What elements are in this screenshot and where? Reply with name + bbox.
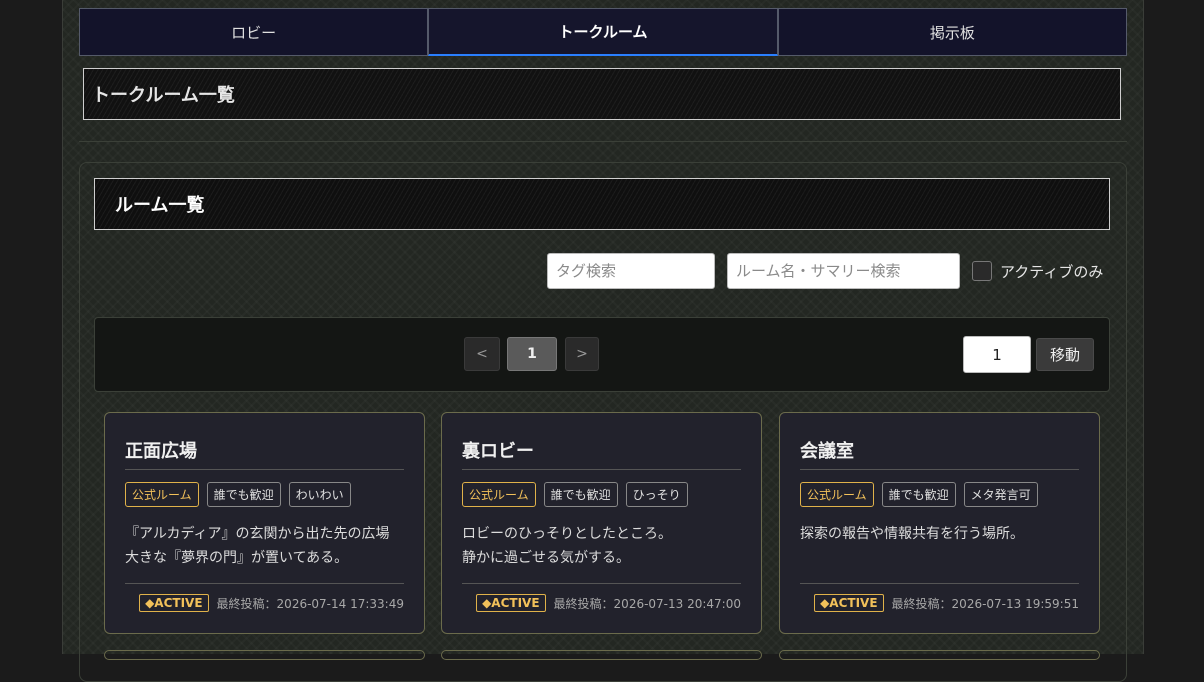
room-card[interactable]: 会議室 公式ルーム 誰でも歓迎 メタ発言可 探索の報告や情報共有を行う場所。 ◆…: [779, 412, 1100, 634]
room-tag[interactable]: メタ発言可: [963, 482, 1038, 507]
room-card[interactable]: 裏ロビー 公式ルーム 誰でも歓迎 ひっそり ロビーのひっそりとしたところ。 静か…: [441, 412, 762, 634]
divider: [79, 141, 1127, 142]
page-jump-button[interactable]: 移動: [1036, 338, 1094, 371]
tab-lobby[interactable]: ロビー: [79, 8, 429, 56]
room-tag[interactable]: ひっそり: [625, 482, 688, 507]
room-tag[interactable]: わいわい: [288, 482, 351, 507]
page-1-button[interactable]: 1: [507, 337, 557, 371]
room-card[interactable]: 正面広場 公式ルーム 誰でも歓迎 わいわい 『アルカディア』の玄関から出た先の広…: [104, 412, 425, 634]
room-name-search-input[interactable]: [727, 253, 960, 289]
room-summary: ロビーのひっそりとしたところ。 静かに過ごせる気がする。: [462, 522, 741, 570]
pagination: < 1 > 1 移動: [94, 317, 1110, 392]
page-jump-input[interactable]: 1: [963, 336, 1031, 373]
last-post-time: 最終投稿：2026-07-14 17:33:49: [216, 596, 404, 611]
room-card-partial: [779, 650, 1100, 660]
room-tags: 公式ルーム 誰でも歓迎 わいわい: [125, 482, 404, 508]
active-badge: ◆ACTIVE: [814, 594, 884, 612]
tab-label: 掲示板: [929, 23, 975, 42]
prev-page-button[interactable]: <: [464, 337, 500, 371]
room-tag[interactable]: 誰でも歓迎: [206, 482, 281, 507]
next-page-button[interactable]: >: [565, 337, 599, 371]
tab-talkroom[interactable]: トークルーム: [428, 8, 778, 56]
room-card-partial: [104, 650, 425, 660]
room-tag[interactable]: 公式ルーム: [800, 482, 874, 507]
room-summary-line: ロビーのひっそりとしたところ。: [462, 526, 672, 542]
last-post-time: 最終投稿：2026-07-13 20:47:00: [553, 596, 741, 611]
active-badge: ◆ACTIVE: [476, 594, 546, 612]
room-footer: ◆ACTIVE 最終投稿：2026-07-13 20:47:00: [462, 583, 741, 612]
room-title: 裏ロビー: [462, 437, 741, 470]
active-badge: ◆ACTIVE: [139, 594, 209, 612]
tag-search-input[interactable]: [547, 253, 715, 289]
tab-label: トークルーム: [558, 23, 648, 41]
room-summary-line: 大きな『夢界の門』が置いてある。: [125, 550, 349, 566]
active-only-checkbox[interactable]: [972, 261, 992, 281]
room-tag[interactable]: 公式ルーム: [462, 482, 536, 507]
room-tag[interactable]: 誰でも歓迎: [543, 482, 618, 507]
room-tag[interactable]: 誰でも歓迎: [881, 482, 956, 507]
section-title: ルーム一覧: [94, 178, 1110, 230]
room-title: 会議室: [800, 437, 1079, 470]
room-footer: ◆ACTIVE 最終投稿：2026-07-13 19:59:51: [800, 583, 1079, 612]
room-summary-line: 探索の報告や情報共有を行う場所。: [800, 526, 1024, 542]
page-title: トークルーム一覧: [83, 68, 1121, 120]
room-tags: 公式ルーム 誰でも歓迎 ひっそり: [462, 482, 741, 508]
room-tags: 公式ルーム 誰でも歓迎 メタ発言可: [800, 482, 1079, 508]
tab-bar: ロビー トークルーム 掲示板: [79, 8, 1127, 58]
room-footer: ◆ACTIVE 最終投稿：2026-07-14 17:33:49: [125, 583, 404, 612]
active-only-label: アクティブのみ: [1000, 262, 1104, 281]
room-summary: 探索の報告や情報共有を行う場所。: [800, 522, 1079, 570]
tab-board[interactable]: 掲示板: [777, 8, 1127, 56]
room-summary: 『アルカディア』の玄関から出た先の広場 大きな『夢界の門』が置いてある。: [125, 522, 404, 570]
last-post-time: 最終投稿：2026-07-13 19:59:51: [891, 596, 1079, 611]
search-row: アクティブのみ: [547, 253, 1103, 289]
room-title: 正面広場: [125, 437, 404, 470]
room-summary-line: 静かに過ごせる気がする。: [462, 550, 630, 566]
tab-label: ロビー: [231, 23, 277, 42]
room-summary-line: 『アルカディア』の玄関から出た先の広場: [125, 526, 390, 542]
main-container: ロビー トークルーム 掲示板 トークルーム一覧 ルーム一覧 アクティブのみ < …: [62, 0, 1144, 682]
room-card-partial: [441, 650, 762, 660]
room-tag[interactable]: 公式ルーム: [125, 482, 199, 507]
